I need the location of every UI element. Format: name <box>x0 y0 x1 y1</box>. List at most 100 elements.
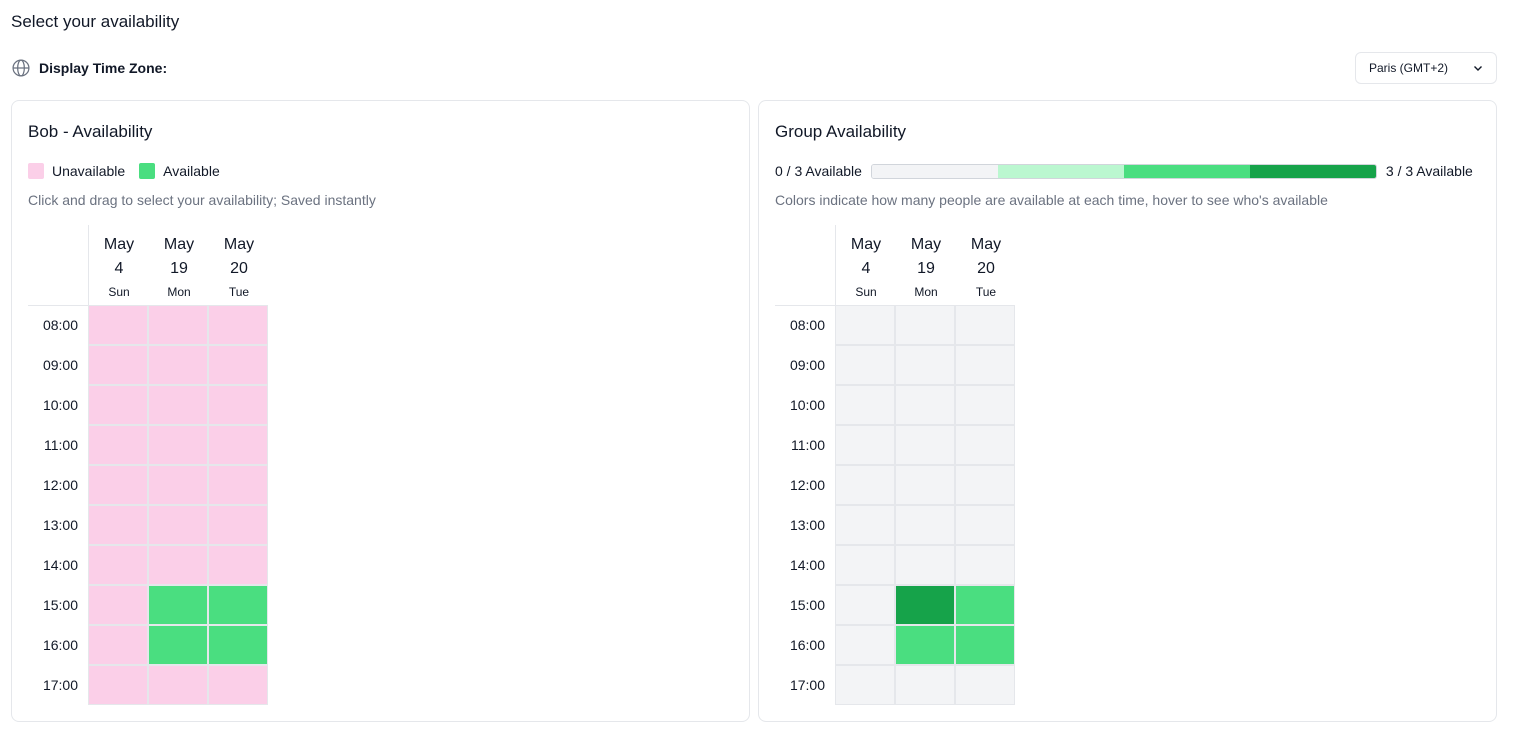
globe-icon <box>12 59 30 77</box>
availability-slot[interactable] <box>208 425 268 465</box>
availability-slot[interactable] <box>148 305 208 345</box>
legend-unavailable: Unavailable <box>28 163 125 179</box>
availability-slot[interactable] <box>208 665 268 705</box>
day-month: May <box>970 236 1002 253</box>
availability-slot[interactable] <box>208 545 268 585</box>
day-month: May <box>163 236 195 253</box>
day-header: May 4 Sun <box>836 225 896 305</box>
availability-slot[interactable] <box>208 625 268 665</box>
day-header: May 4 Sun <box>89 225 149 305</box>
group-availability-slot[interactable] <box>895 425 955 465</box>
legend-unavailable-label: Unavailable <box>52 163 126 179</box>
time-label: 17:00 <box>42 677 78 693</box>
time-label: 17:00 <box>789 677 825 693</box>
time-label: 08:00 <box>42 317 78 333</box>
group-availability-slot[interactable] <box>835 425 895 465</box>
time-label: 09:00 <box>789 357 825 373</box>
group-availability-slot[interactable] <box>955 425 1015 465</box>
availability-slot[interactable] <box>148 545 208 585</box>
scale-step-3 <box>1249 164 1376 178</box>
availability-slot[interactable] <box>148 585 208 625</box>
timezone-row: Display Time Zone: <box>11 58 167 78</box>
availability-slot[interactable] <box>208 505 268 545</box>
time-label: 08:00 <box>789 317 825 333</box>
time-label: 09:00 <box>42 357 78 373</box>
group-availability-slot[interactable] <box>955 305 1015 345</box>
availability-slot[interactable] <box>88 305 148 345</box>
group-availability-slot[interactable] <box>835 665 895 705</box>
group-availability-slot[interactable] <box>955 385 1015 425</box>
group-availability-slot[interactable] <box>895 465 955 505</box>
availability-slot[interactable] <box>88 625 148 665</box>
group-availability-slot[interactable] <box>955 345 1015 385</box>
time-label: 10:00 <box>789 397 825 413</box>
group-availability-slot[interactable] <box>955 465 1015 505</box>
time-slot-cells <box>835 305 1015 705</box>
availability-slot[interactable] <box>88 505 148 545</box>
group-availability-slot[interactable] <box>835 505 895 545</box>
day-header: May 20 Tue <box>956 225 1016 305</box>
group-availability-slot[interactable] <box>895 665 955 705</box>
day-number: 19 <box>170 260 188 277</box>
scale-min-label: 0 / 3 Available <box>775 163 862 179</box>
group-availability-slot[interactable] <box>835 305 895 345</box>
availability-slot[interactable] <box>88 385 148 425</box>
availability-slot[interactable] <box>208 305 268 345</box>
availability-slot[interactable] <box>148 385 208 425</box>
day-month: May <box>103 236 135 253</box>
available-swatch <box>139 163 156 179</box>
time-label: 11:00 <box>44 437 78 453</box>
group-availability-slot[interactable] <box>895 385 955 425</box>
group-availability-slot[interactable] <box>835 345 895 385</box>
availability-slot[interactable] <box>88 345 148 385</box>
group-availability-slot[interactable] <box>955 505 1015 545</box>
time-label: 12:00 <box>789 477 825 493</box>
group-availability-slot[interactable] <box>895 305 955 345</box>
availability-slot[interactable] <box>148 465 208 505</box>
timezone-select[interactable]: Paris (GMT+2) <box>1355 52 1497 84</box>
day-number: 20 <box>230 260 248 277</box>
time-label: 14:00 <box>42 557 78 573</box>
group-availability-slot[interactable] <box>955 625 1015 665</box>
group-availability-slot[interactable] <box>835 545 895 585</box>
time-label: 13:00 <box>789 517 825 533</box>
day-weekday: Mon <box>914 285 938 299</box>
availability-slot[interactable] <box>148 345 208 385</box>
group-availability-slot[interactable] <box>895 505 955 545</box>
group-availability-slot[interactable] <box>955 585 1015 625</box>
availability-slot[interactable] <box>148 665 208 705</box>
availability-slot[interactable] <box>208 465 268 505</box>
group-availability-slot[interactable] <box>835 465 895 505</box>
availability-slot[interactable] <box>148 625 208 665</box>
group-availability-slot[interactable] <box>895 545 955 585</box>
availability-slot[interactable] <box>208 345 268 385</box>
availability-slot[interactable] <box>88 425 148 465</box>
availability-slot[interactable] <box>88 585 148 625</box>
time-label: 15:00 <box>789 597 825 613</box>
group-availability-slot[interactable] <box>835 625 895 665</box>
group-availability-slot[interactable] <box>895 585 955 625</box>
group-availability-slot[interactable] <box>895 345 955 385</box>
legend-available: Available <box>139 163 220 179</box>
group-availability-slot[interactable] <box>895 625 955 665</box>
availability-slot[interactable] <box>208 585 268 625</box>
time-label: 16:00 <box>789 637 825 653</box>
group-availability-slot[interactable] <box>835 585 895 625</box>
availability-slot[interactable] <box>148 505 208 545</box>
scale-step-2 <box>1123 164 1250 178</box>
group-availability-slot[interactable] <box>835 385 895 425</box>
group-availability-hint: Colors indicate how many people are avai… <box>775 192 1328 208</box>
availability-slot[interactable] <box>88 545 148 585</box>
group-availability-slot[interactable] <box>955 545 1015 585</box>
group-availability-slot[interactable] <box>955 665 1015 705</box>
day-weekday: Tue <box>975 285 997 299</box>
availability-slot[interactable] <box>208 385 268 425</box>
availability-slot[interactable] <box>88 465 148 505</box>
page: Select your availability Display Time Zo… <box>0 0 1515 730</box>
time-label: 14:00 <box>789 557 825 573</box>
availability-slot[interactable] <box>148 425 208 465</box>
availability-slot[interactable] <box>88 665 148 705</box>
day-header: May 19 Mon <box>896 225 956 305</box>
time-label: 11:00 <box>791 437 825 453</box>
group-availability-card: Group Availability 0 / 3 Available 3 / 3… <box>758 100 1497 722</box>
